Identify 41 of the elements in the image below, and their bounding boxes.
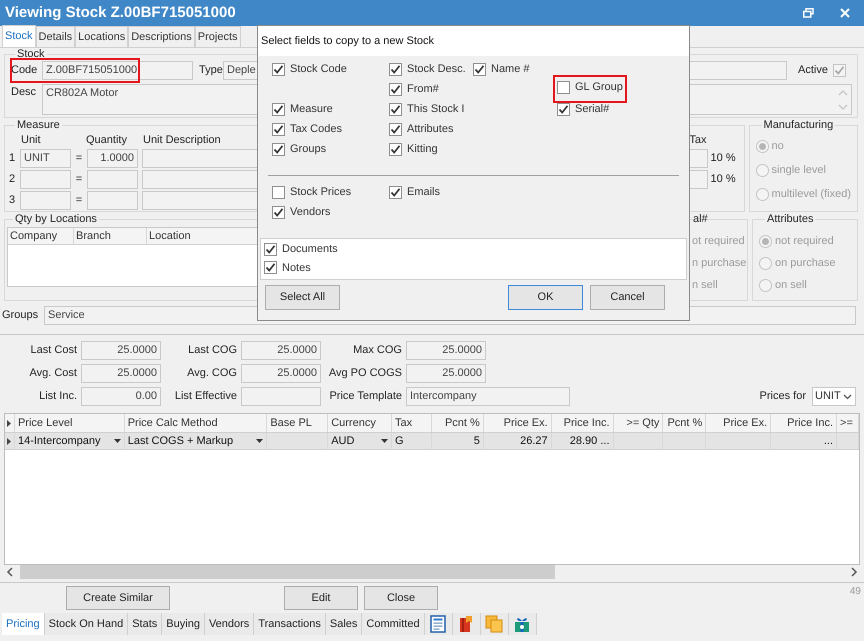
field-label: Max COG (352, 343, 402, 358)
field-label: Last COG (187, 343, 237, 358)
window-title: Viewing Stock Z.00BF715051000 (5, 2, 236, 23)
column-label: Unit Description (143, 133, 221, 148)
field-label: Avg. COG (186, 366, 237, 382)
record-count: 49 (850, 585, 861, 599)
group-title: Stock (16, 48, 46, 61)
field-label: Active (798, 63, 828, 78)
group-title: al# (693, 214, 708, 226)
group-title: Qty by Locations (14, 213, 98, 226)
field-label: List Inc. (38, 389, 77, 404)
column-label: Tax (689, 133, 707, 148)
field-label: Groups (2, 308, 40, 324)
field-label: Avg. Cost (28, 366, 77, 382)
field-label: Code (10, 63, 38, 78)
row-number: 3 (9, 193, 16, 208)
table-cell-text: 26.27 (519, 434, 548, 449)
table-cell-text: 28.90 ... (568, 434, 610, 449)
dialog-title: Select fields to copy to a new Stock (261, 34, 434, 49)
row-number: 2 (9, 172, 16, 188)
row-number: 1 (9, 151, 16, 166)
equals-sign: = (74, 172, 84, 188)
field-label: Type (199, 63, 223, 78)
equals-sign: = (74, 151, 84, 166)
tax-rate: 10 % (710, 151, 737, 166)
field-label: Last Cost (30, 343, 77, 358)
equals-sign: = (74, 193, 84, 208)
field-label: List Effective (174, 389, 237, 404)
field-label: Avg PO COGS (328, 366, 402, 382)
table-cell-text: G (395, 434, 405, 449)
group-title: Attributes (766, 213, 814, 226)
table-cell-text: 5 (472, 434, 480, 449)
field-label: Price Template (328, 389, 402, 404)
table-cell-text: ... (822, 434, 834, 449)
column-label: Quantity (86, 133, 128, 148)
column-label: Unit (21, 133, 42, 148)
group-title: Manufacturing (762, 119, 834, 132)
tax-rate: 10 % (710, 172, 737, 188)
field-label: Prices for (760, 389, 806, 404)
group-title: Measure (16, 119, 61, 132)
field-label: Desc (10, 85, 38, 100)
